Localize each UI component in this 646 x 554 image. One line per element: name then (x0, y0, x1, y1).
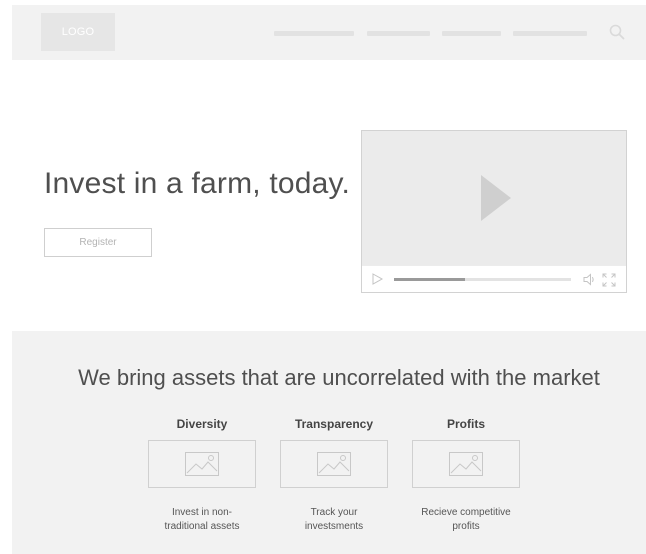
features-title: We bring assets that are uncorrelated wi… (78, 365, 600, 390)
feature-title: Transparency (294, 417, 374, 431)
site-header: LOGO (12, 5, 646, 60)
register-button[interactable]: Register (44, 228, 152, 257)
image-placeholder-icon (449, 452, 483, 476)
feature-description: Invest in non- traditional assets (164, 507, 240, 532)
feature-transparency: Transparency Track your investsments (279, 417, 389, 534)
play-icon[interactable] (481, 175, 511, 221)
nav-link-1[interactable] (274, 31, 354, 36)
video-controls (362, 265, 626, 292)
fullscreen-icon[interactable] (602, 273, 616, 287)
features-section: We bring assets that are uncorrelated wi… (12, 331, 646, 554)
landing-page: LOGO Invest in a farm, today. Register W… (0, 0, 646, 554)
feature-title: Profits (446, 417, 485, 431)
video-progress-bar[interactable] (394, 278, 571, 281)
video-progress-fill (394, 278, 465, 281)
search-icon[interactable] (608, 23, 626, 41)
feature-image (280, 440, 388, 488)
feature-description: Recieve competitive profits (421, 507, 511, 532)
logo[interactable]: LOGO (41, 13, 115, 51)
hero-title: Invest in a farm, today. (44, 167, 351, 200)
volume-icon[interactable] (583, 273, 596, 286)
feature-diversity: Diversity Invest in non- traditional ass… (147, 417, 257, 534)
nav-link-3[interactable] (442, 31, 501, 36)
feature-profits: Profits Recieve competitive profits (411, 417, 521, 534)
feature-image (148, 440, 256, 488)
image-placeholder-icon (185, 452, 219, 476)
nav-link-2[interactable] (367, 31, 430, 36)
feature-image (412, 440, 520, 488)
play-small-icon[interactable] (371, 273, 383, 285)
image-placeholder-icon (317, 452, 351, 476)
feature-title: Diversity (176, 417, 228, 431)
video-player[interactable] (361, 130, 627, 293)
nav-link-4[interactable] (513, 31, 587, 36)
feature-description: Track your investsments (304, 507, 364, 532)
